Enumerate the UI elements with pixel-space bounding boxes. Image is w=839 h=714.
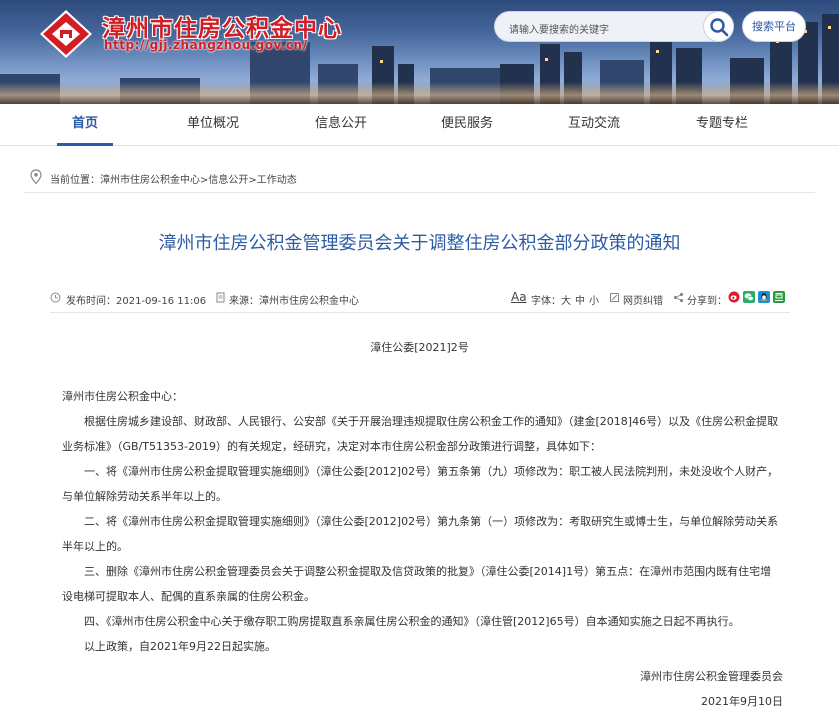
window-light	[656, 50, 659, 53]
salutation: 漳州市住房公积金中心：	[62, 390, 183, 403]
share-icon	[673, 292, 684, 303]
error-report-link[interactable]: 网页纠错	[623, 292, 663, 307]
search-icon	[710, 18, 729, 37]
search-placeholder: 请输入要搜索的关键字	[509, 25, 609, 36]
document-icon	[216, 292, 225, 303]
signature-organization: 漳州市住房公积金管理委员会	[640, 670, 783, 683]
nav-item-home[interactable]: 首页	[43, 104, 127, 146]
font-size-icon: Aa	[511, 290, 527, 304]
paragraph: 根据住房城乡建设部、财政部、人民银行、公安部《关于开展治理违规提取住房公积金工作…	[62, 415, 779, 453]
nav-item-info-disclosure[interactable]: 信息公开	[299, 104, 383, 146]
font-size-medium[interactable]: 中	[575, 292, 585, 307]
weibo-share-icon[interactable]	[728, 291, 740, 303]
article-title: 漳州市住房公积金管理委员会关于调整住房公积金部分政策的通知	[158, 233, 681, 254]
main-nav: 首页 单位概况 信息公开 便民服务 互动交流 专题专栏	[0, 104, 839, 146]
font-size-small[interactable]: 小	[589, 292, 599, 307]
window-light	[380, 60, 383, 63]
search-platform-button[interactable]: 搜索平台	[742, 11, 806, 42]
search-button[interactable]	[703, 11, 734, 42]
article-source: 来源：漳州市住房公积金中心	[229, 296, 359, 307]
search-input[interactable]: 请输入要搜索的关键字	[494, 11, 734, 42]
nav-item-special-topics[interactable]: 专题专栏	[680, 104, 764, 146]
site-url[interactable]: http://gjj.zhangzhou.gov.cn/	[104, 38, 307, 52]
breadcrumb-divider	[24, 192, 815, 193]
douban-share-icon[interactable]	[773, 291, 785, 303]
clock-icon	[50, 292, 61, 303]
wechat-share-icon[interactable]	[743, 291, 755, 303]
nav-item-public-service[interactable]: 便民服务	[425, 104, 509, 146]
paragraph: 以上政策，自2021年9月22日起实施。	[84, 640, 276, 653]
paragraph: 三、删除《漳州市住房公积金管理委员会关于调整公积金提取及信贷政策的批复》（漳住公…	[62, 565, 772, 603]
city-lights-glow	[0, 82, 839, 104]
paragraph: 一、将《漳州市住房公积金提取管理实施细则》（漳住公委[2012]02号）第五条第…	[62, 465, 779, 503]
font-size-large[interactable]: 大	[561, 292, 571, 307]
error-report-icon	[610, 293, 619, 302]
paragraph: 二、将《漳州市住房公积金提取管理实施细则》（漳住公委[2012]02号）第九条第…	[62, 515, 779, 553]
font-size-label: 字体：	[531, 296, 561, 307]
breadcrumb-text[interactable]: 当前位置：漳州市住房公积金中心>信息公开>工作动态	[50, 171, 297, 186]
article-meta: 发布时间：2021-09-16 11:06 来源：漳州市住房公积金中心 Aa 字…	[50, 289, 790, 307]
window-light	[545, 58, 548, 61]
paragraph: 四、《漳州市住房公积金中心关于缴存职工购房提取直系亲属住房公积金的通知》（漳住管…	[84, 615, 740, 628]
qq-share-icon[interactable]	[758, 291, 770, 303]
publish-time: 发布时间：2021-09-16 11:06	[66, 296, 207, 307]
nav-item-about[interactable]: 单位概况	[171, 104, 255, 146]
housing-fund-logo-icon[interactable]	[38, 8, 94, 60]
document-number: 漳住公委[2021]2号	[370, 341, 469, 354]
article-body: 漳州市住房公积金中心： 根据住房城乡建设部、财政部、人民银行、公安部《关于开展治…	[62, 384, 782, 659]
nav-item-interaction[interactable]: 互动交流	[552, 104, 636, 146]
location-pin-icon	[30, 169, 42, 185]
signature-date: 2021年9月10日	[701, 695, 783, 708]
meta-divider	[50, 312, 790, 313]
share-label: 分享到：	[687, 296, 727, 307]
window-light	[828, 26, 831, 29]
